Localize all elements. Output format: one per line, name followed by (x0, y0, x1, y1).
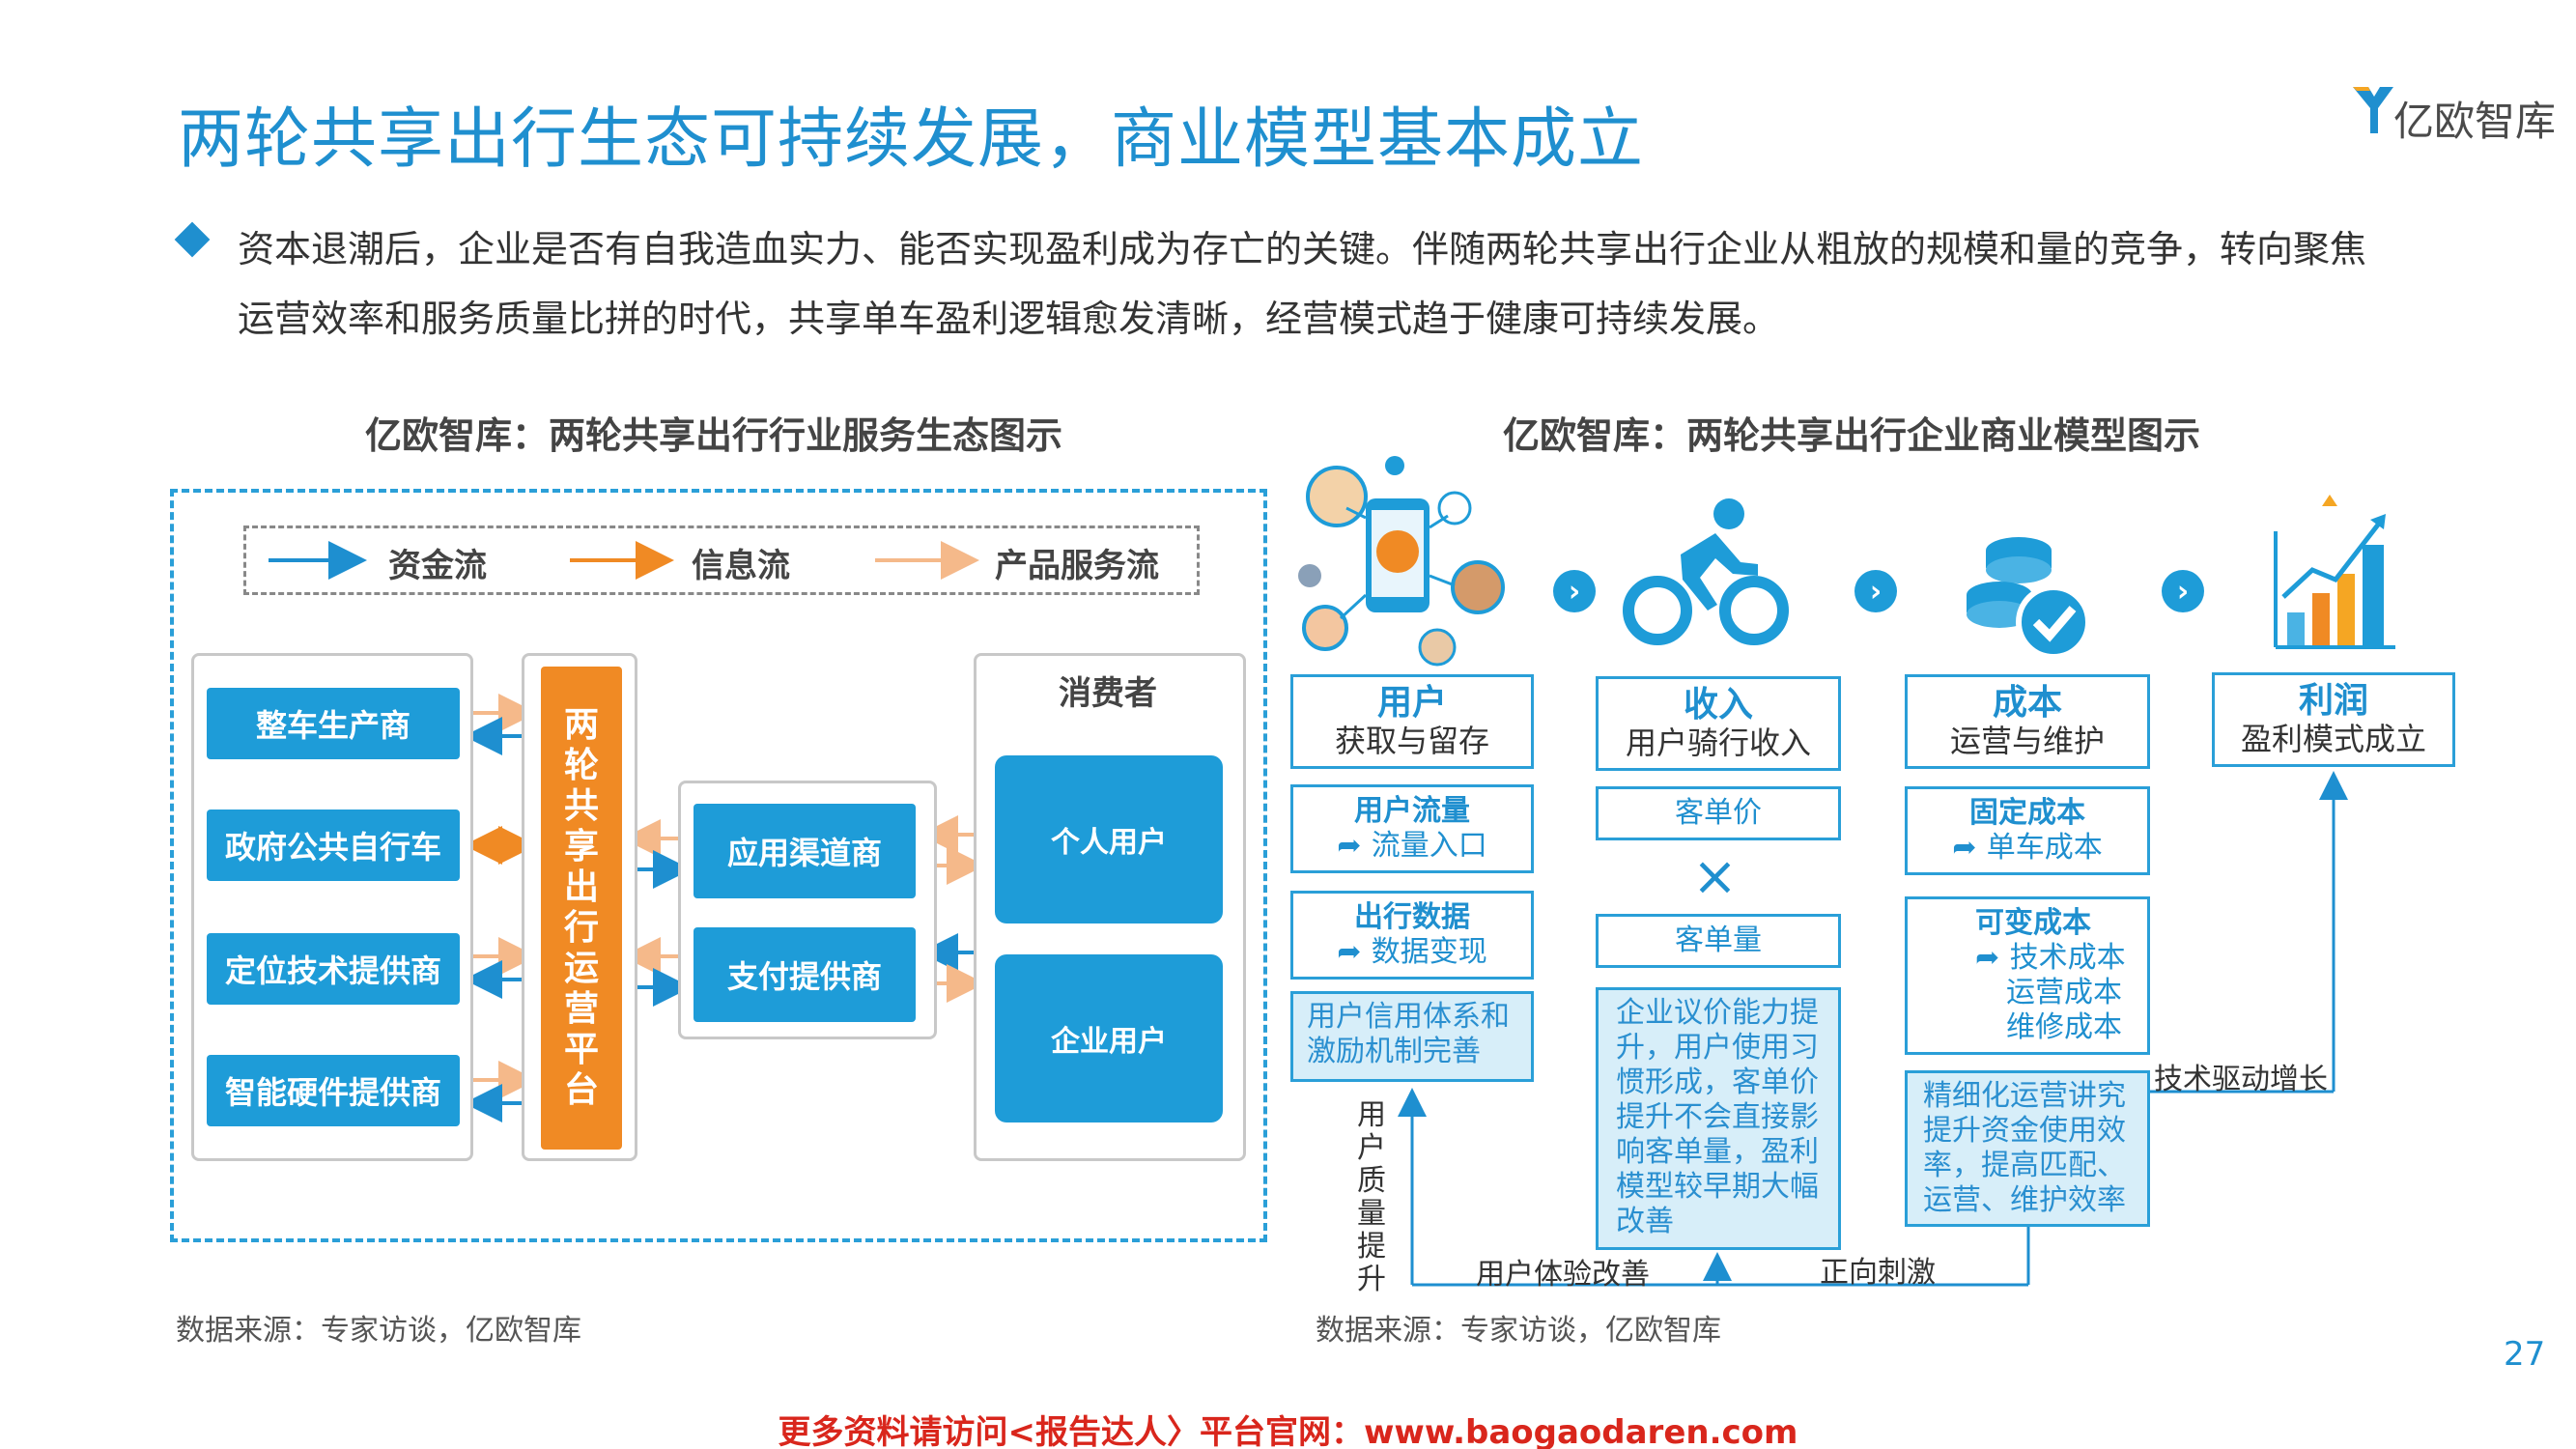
user-experience-label: 用户体验改善 (1476, 1258, 1650, 1292)
tech-growth-label: 技术驱动增长 (2154, 1063, 2328, 1096)
business-flow-lines (1398, 771, 2348, 1287)
positive-stimulus-label: 正向刺激 (1820, 1256, 1936, 1290)
page-number: 27 (2504, 1335, 2546, 1374)
right-data-source: 数据来源：专家访谈，亿欧智库 (1316, 1314, 1721, 1348)
user-quality-label: 用户质量提升 (1357, 1098, 1386, 1296)
footer-link-text: 更多资料请访问<报告达人〉平台官网：www.baogaodaren.com (778, 1413, 1798, 1449)
